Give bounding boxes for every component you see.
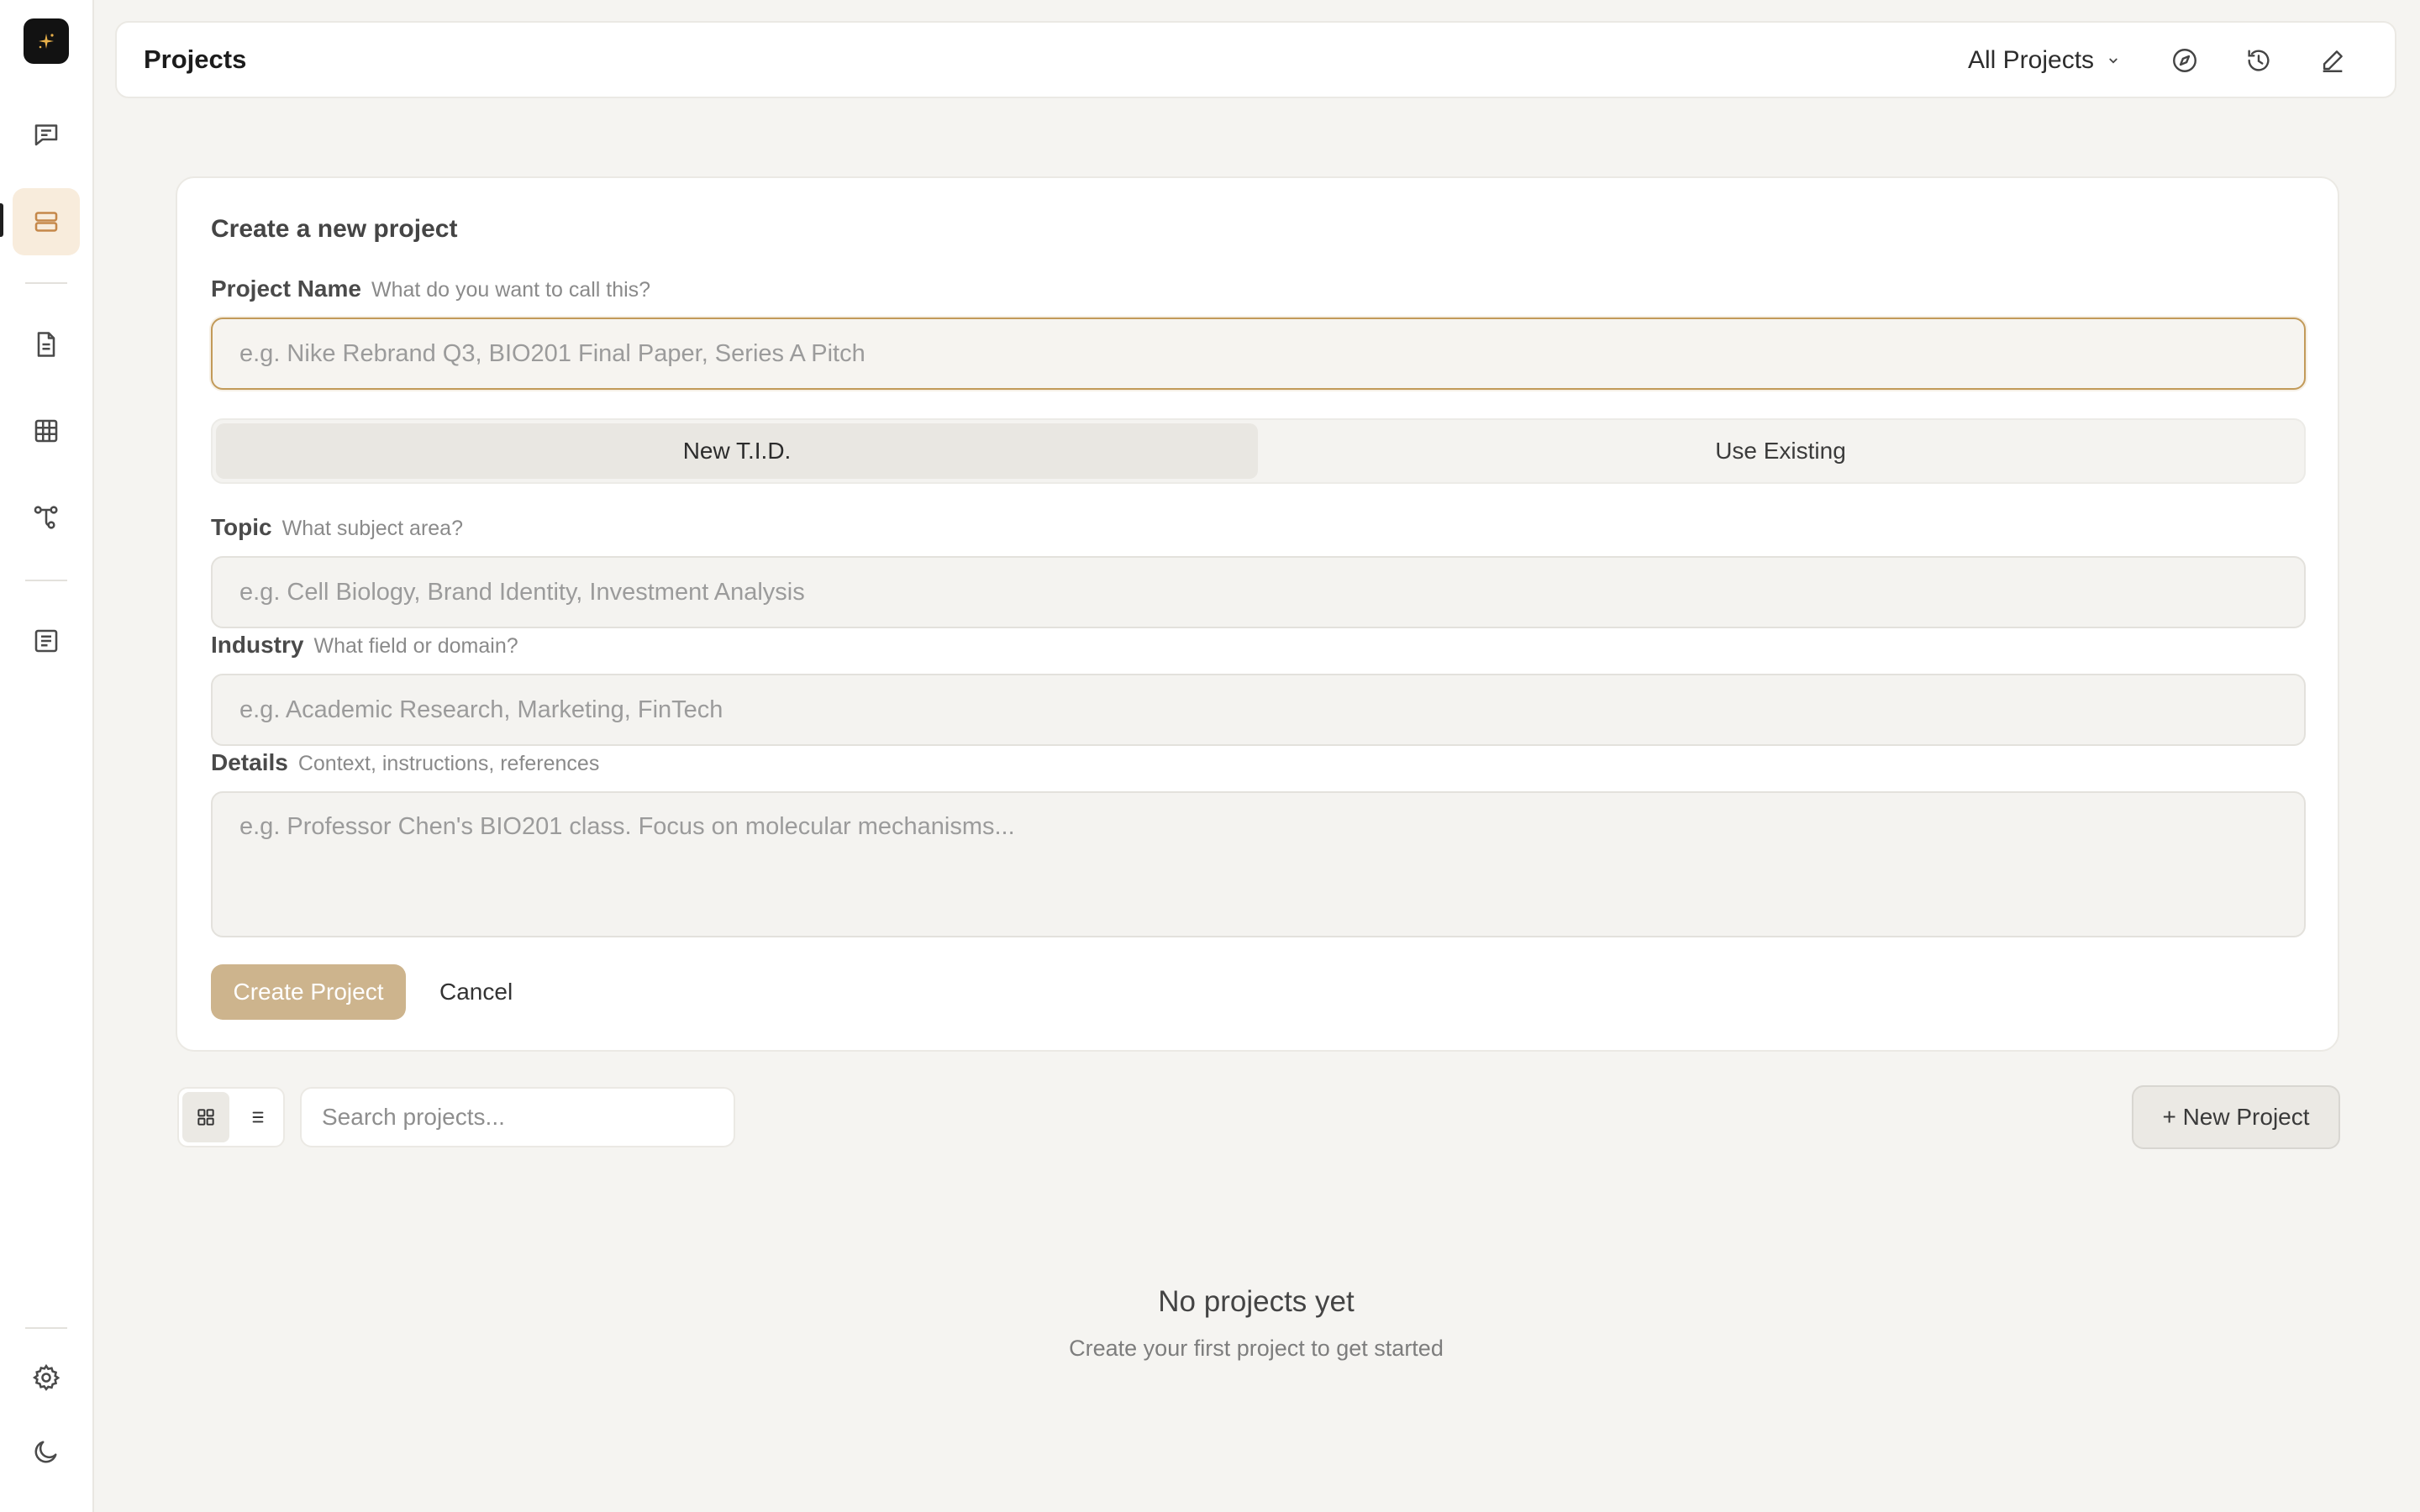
history-icon — [2248, 50, 2270, 71]
details-hint: Context, instructions, references — [297, 752, 600, 775]
workflow-icon — [34, 506, 58, 529]
sidebar-item-projects[interactable] — [13, 188, 80, 255]
details-label: Details Context, instructions, reference… — [211, 749, 599, 776]
edit-button[interactable] — [2315, 43, 2350, 78]
project-name-input[interactable] — [211, 318, 2306, 390]
sparkle-logo-icon — [39, 34, 54, 49]
tab-use-existing[interactable]: Use Existing — [1260, 423, 2302, 479]
project-name-label: Project Name What do you want to call th… — [211, 276, 650, 302]
topic-hint: What subject area? — [281, 517, 463, 540]
empty-state-subtitle: Create your first project to get started — [1069, 1336, 1444, 1361]
details-label-text: Details — [211, 749, 288, 775]
sidebar-item-chat[interactable] — [13, 101, 80, 168]
list-icon — [252, 1111, 264, 1123]
project-name-hint: What do you want to call this? — [371, 278, 651, 302]
app-logo[interactable] — [24, 18, 69, 64]
industry-hint: What field or domain? — [313, 634, 518, 658]
top-bar: Projects All Projects — [115, 21, 2396, 98]
theme-toggle-button[interactable] — [13, 1418, 80, 1485]
sidebar-item-workflows[interactable] — [13, 484, 80, 551]
search-projects-input[interactable] — [300, 1087, 735, 1147]
topic-label: Topic What subject area? — [211, 514, 463, 541]
grid-view-button[interactable] — [182, 1092, 229, 1142]
industry-label-text: Industry — [211, 632, 304, 658]
active-indicator — [0, 203, 3, 237]
history-button[interactable] — [2241, 43, 2276, 78]
list-view-button[interactable] — [234, 1092, 281, 1142]
chat-icon — [34, 124, 58, 146]
create-project-form: Create a new project Project Name What d… — [176, 176, 2339, 1052]
table-icon — [34, 419, 58, 443]
grid-icon — [197, 1109, 214, 1126]
project-filter-label: All Projects — [1968, 46, 2095, 74]
sidebar-divider — [25, 1327, 67, 1329]
moon-icon — [34, 1441, 57, 1463]
industry-input[interactable] — [211, 674, 2306, 746]
sidebar-item-tables[interactable] — [13, 397, 80, 465]
sidebar-item-notes[interactable] — [13, 607, 80, 675]
compass-icon — [2173, 49, 2196, 72]
new-project-button[interactable]: + New Project — [2132, 1085, 2340, 1149]
cancel-button[interactable]: Cancel — [439, 964, 513, 1020]
tab-new-tid[interactable]: New T.I.D. — [216, 423, 1258, 479]
explore-button[interactable] — [2167, 43, 2202, 78]
projects-icon — [34, 212, 58, 232]
document-icon — [37, 332, 55, 357]
sidebar-item-documents[interactable] — [13, 311, 80, 378]
project-name-label-text: Project Name — [211, 276, 361, 302]
tid-mode-toggle: New T.I.D. Use Existing — [211, 418, 2306, 484]
topic-label-text: Topic — [211, 514, 272, 540]
notes-icon — [34, 629, 58, 653]
details-textarea[interactable] — [211, 791, 2306, 937]
empty-state-title: No projects yet — [1158, 1285, 1355, 1318]
pencil-icon — [2323, 50, 2343, 72]
view-mode-toggle — [177, 1087, 285, 1147]
project-filter-dropdown[interactable]: All Projects — [1968, 46, 2121, 75]
create-project-button[interactable]: Create Project — [211, 964, 406, 1020]
topic-input[interactable] — [211, 556, 2306, 628]
gear-icon — [32, 1363, 60, 1391]
chevron-down-icon — [2109, 58, 2118, 64]
form-title: Create a new project — [211, 215, 458, 243]
industry-label: Industry What field or domain? — [211, 632, 518, 659]
page-title: Projects — [144, 45, 247, 74]
sidebar-divider — [25, 282, 67, 284]
sidebar-divider — [25, 580, 67, 581]
